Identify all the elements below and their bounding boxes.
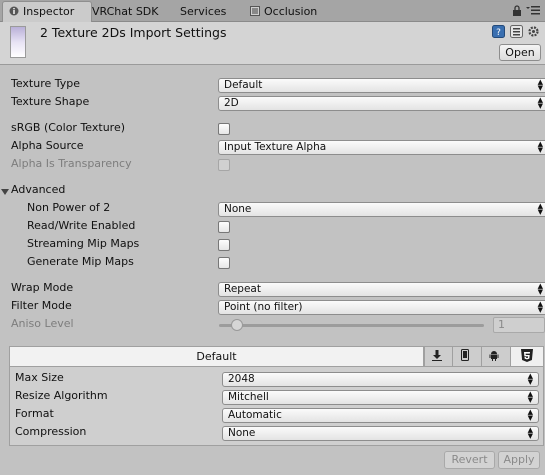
aniso-slider-handle [231, 319, 243, 331]
foldout-arrow-icon[interactable] [1, 186, 9, 199]
chevron-updown-icon: ▲ ▼ [527, 372, 533, 386]
android-icon [489, 350, 499, 364]
max-size-label: Max Size [15, 371, 64, 384]
chevron-updown-icon: ▲ ▼ [537, 202, 543, 216]
alpha-transparency-label: Alpha Is Transparency [11, 157, 132, 170]
dropdown-value: Mitchell [228, 391, 269, 403]
platform-tab-webgl[interactable] [510, 347, 543, 366]
mobile-icon [460, 349, 469, 364]
dropdown-value: 2D [224, 97, 239, 109]
tab-label: Inspector [23, 5, 75, 18]
tab-vrchat-sdk[interactable]: VRChat SDK [86, 2, 165, 21]
platform-tab-ios[interactable] [452, 347, 476, 366]
chevron-updown-icon: ▲ ▼ [537, 282, 543, 296]
occlusion-icon [250, 3, 260, 16]
dropdown-value: 2048 [228, 373, 255, 385]
read-write-label: Read/Write Enabled [27, 219, 136, 232]
chevron-updown-icon: ▲ ▼ [537, 300, 543, 314]
html5-icon [521, 348, 533, 365]
texture-type-label: Texture Type [11, 77, 81, 90]
generate-mips-label: Generate Mip Maps [27, 255, 134, 268]
chevron-updown-icon: ▲ ▼ [527, 408, 533, 422]
lock-icon[interactable] [512, 5, 522, 19]
alpha-transparency-checkbox [218, 159, 230, 171]
open-button[interactable]: Open [499, 44, 541, 61]
dropdown-value: Default [224, 79, 263, 91]
compression-dropdown[interactable]: None ▲ ▼ [222, 426, 539, 441]
dropdown-value: Input Texture Alpha [224, 141, 327, 153]
resize-algorithm-dropdown[interactable]: Mitchell ▲ ▼ [222, 390, 539, 405]
resize-algorithm-label: Resize Algorithm [15, 389, 108, 402]
streaming-mips-checkbox[interactable] [218, 239, 230, 251]
tab-default-platform[interactable]: Default [10, 347, 424, 366]
tab-services[interactable]: Services [174, 2, 232, 21]
texture-thumbnail [10, 26, 26, 58]
srgb-label: sRGB (Color Texture) [11, 121, 126, 134]
generate-mips-checkbox[interactable] [218, 257, 230, 269]
compression-label: Compression [15, 425, 87, 438]
wrap-mode-label: Wrap Mode [11, 281, 74, 294]
gear-icon[interactable] [527, 25, 540, 41]
tab-label: Services [180, 5, 227, 18]
apply-button[interactable]: Apply [498, 451, 540, 469]
tab-occlusion[interactable]: Occlusion [244, 2, 323, 21]
revert-button[interactable]: Revert [444, 451, 495, 469]
chevron-updown-icon: ▲ ▼ [527, 390, 533, 404]
max-size-dropdown[interactable]: 2048 ▲ ▼ [222, 372, 539, 387]
presets-icon[interactable] [510, 25, 523, 41]
filter-mode-dropdown[interactable]: Point (no filter) ▲ ▼ [218, 300, 545, 315]
aniso-slider-track [219, 324, 484, 327]
wrap-mode-dropdown[interactable]: Repeat ▲ ▼ [218, 282, 545, 297]
dropdown-value: None [224, 203, 252, 215]
tab-label: VRChat SDK [92, 5, 159, 18]
texture-type-dropdown[interactable]: Default ▲ ▼ [218, 78, 545, 93]
srgb-checkbox[interactable] [218, 123, 230, 135]
aniso-label: Aniso Level [11, 317, 74, 330]
page-title: 2 Texture 2Ds Import Settings [40, 25, 227, 40]
npot-label: Non Power of 2 [27, 201, 111, 214]
npot-dropdown[interactable]: None ▲ ▼ [218, 202, 545, 217]
texture-shape-label: Texture Shape [11, 95, 90, 108]
info-icon [9, 3, 19, 16]
tab-inspector[interactable]: Inspector [2, 1, 92, 22]
advanced-foldout[interactable]: Advanced [11, 181, 65, 199]
download-icon [431, 349, 442, 364]
aniso-value-field: 1 [493, 317, 545, 333]
tab-label: Occlusion [264, 5, 318, 18]
platform-tab-android[interactable] [481, 347, 505, 366]
streaming-mips-label: Streaming Mip Maps [27, 237, 140, 250]
chevron-updown-icon: ▲ ▼ [537, 96, 543, 110]
alpha-source-label: Alpha Source [11, 139, 84, 152]
dropdown-value: Repeat [224, 283, 261, 295]
help-icon[interactable]: ? [492, 25, 505, 41]
dropdown-value: None [228, 427, 256, 439]
dropdown-value: Point (no filter) [224, 301, 303, 313]
chevron-updown-icon: ▲ ▼ [527, 426, 533, 440]
alpha-source-dropdown[interactable]: Input Texture Alpha ▲ ▼ [218, 140, 545, 155]
menu-icon[interactable] [526, 5, 540, 18]
chevron-updown-icon: ▲ ▼ [537, 78, 543, 92]
texture-shape-dropdown[interactable]: 2D ▲ ▼ [218, 96, 545, 111]
svg-text:?: ? [496, 28, 501, 38]
format-dropdown[interactable]: Automatic ▲ ▼ [222, 408, 539, 423]
dropdown-value: Automatic [228, 409, 282, 421]
chevron-updown-icon: ▲ ▼ [537, 140, 543, 154]
filter-mode-label: Filter Mode [11, 299, 72, 312]
platform-tab-standalone[interactable] [424, 347, 448, 366]
read-write-checkbox[interactable] [218, 221, 230, 233]
format-label: Format [15, 407, 54, 420]
